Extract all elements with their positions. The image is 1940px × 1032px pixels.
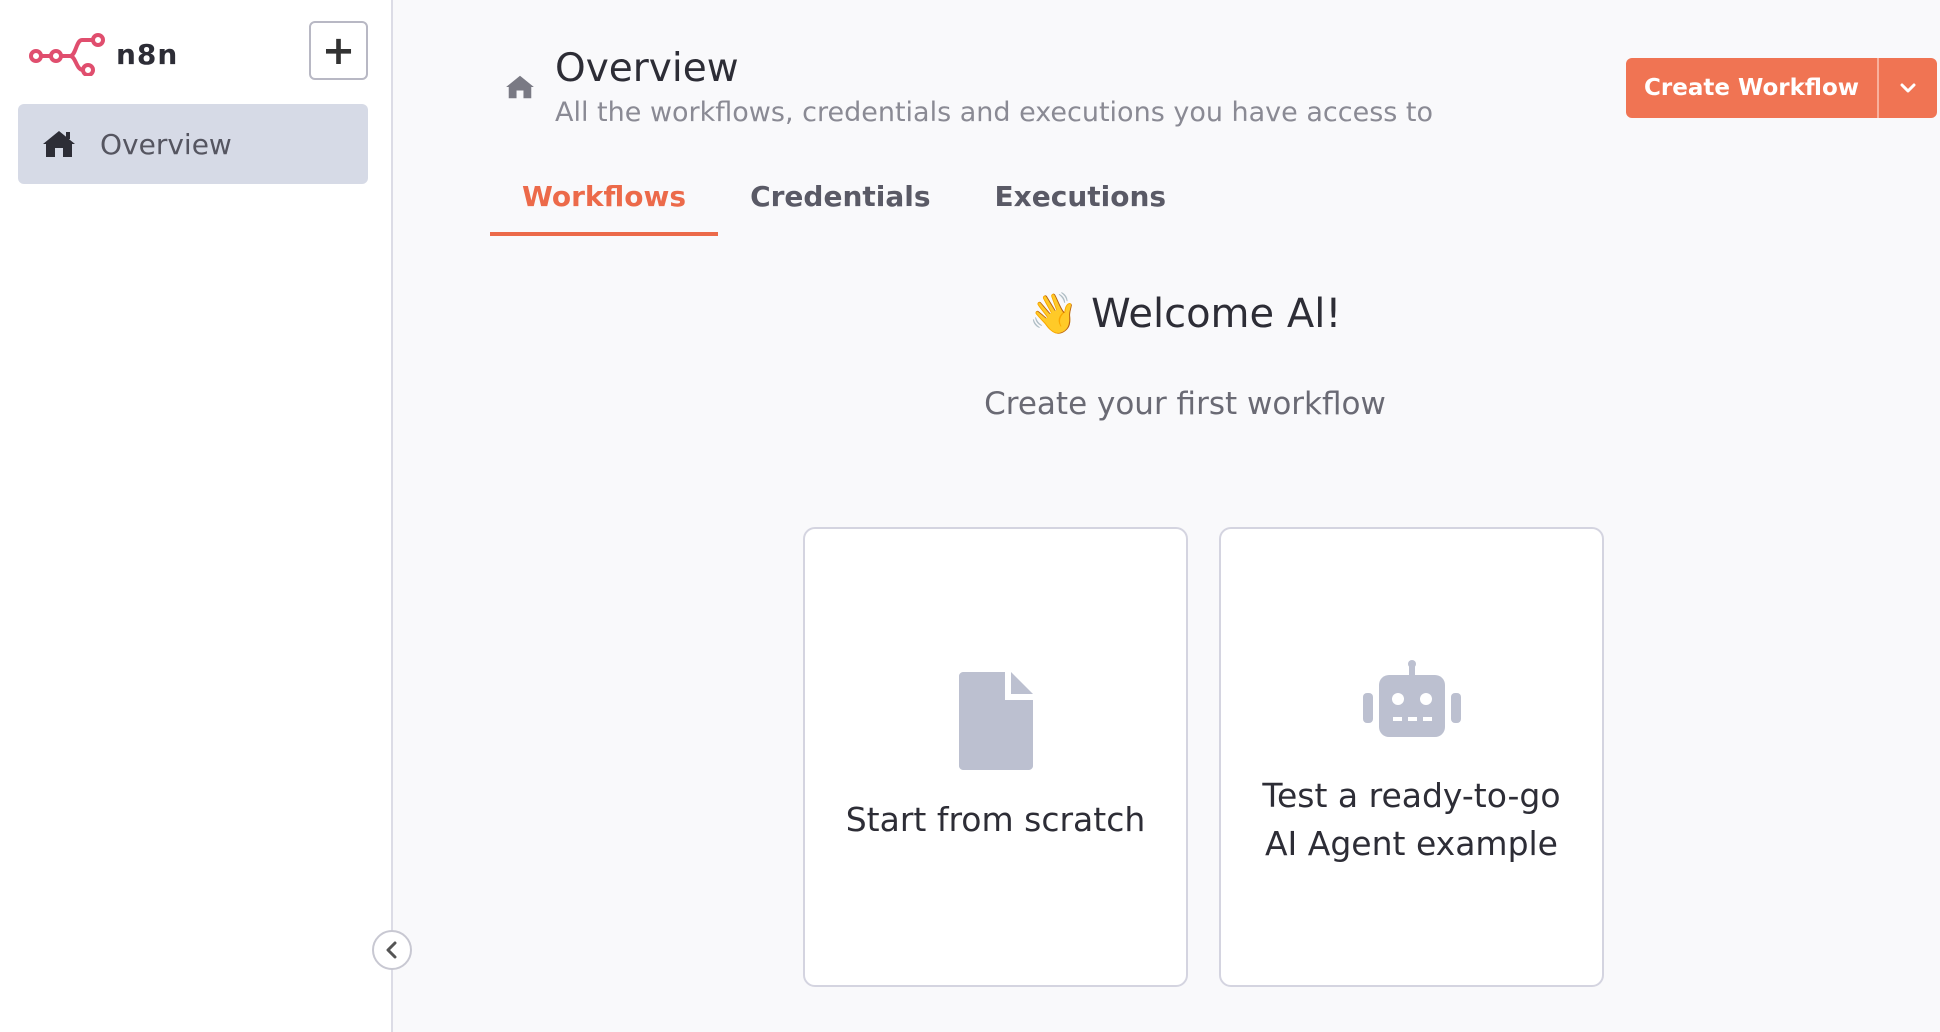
logo-text: n8n <box>116 37 179 71</box>
ai-agent-example-card[interactable]: Test a ready-to-go AI Agent example <box>1219 527 1604 987</box>
home-icon <box>43 131 75 157</box>
sidebar-item-label: Overview <box>100 127 232 161</box>
card-icon-wrapper <box>1221 659 1602 739</box>
welcome-text: Welcome Al! <box>1091 291 1342 337</box>
tab-workflows[interactable]: Workflows <box>490 180 719 236</box>
n8n-logo[interactable]: n8n <box>28 32 178 76</box>
welcome-subheading: Create your first workflow <box>984 386 1386 422</box>
create-workflow-group: Create Workflow <box>1626 58 1938 118</box>
file-icon <box>958 672 1033 770</box>
tab-credentials[interactable]: Credentials <box>718 180 962 236</box>
waving-hand-icon: 👋 <box>1028 291 1079 337</box>
page-title: Overview <box>555 46 739 91</box>
page-subtitle: All the workflows, credentials and execu… <box>555 97 1434 128</box>
card-icon-wrapper <box>805 672 1186 770</box>
tabs: Workflows Credentials Executions <box>490 180 1198 236</box>
chevron-down-icon <box>1900 83 1916 93</box>
create-workflow-button[interactable]: Create Workflow <box>1626 58 1877 118</box>
card-label-line: AI Agent example <box>1264 824 1558 863</box>
collapse-sidebar-button[interactable] <box>372 930 412 970</box>
sidebar: n8n + Overview <box>0 0 412 1032</box>
robot-icon <box>1362 660 1461 737</box>
n8n-logo-icon <box>29 33 105 76</box>
card-label: Start from scratch <box>845 800 1146 839</box>
sidebar-item-overview[interactable]: Overview <box>18 104 368 184</box>
card-label-line: Test a ready-to-go <box>1262 776 1561 815</box>
start-from-scratch-card[interactable]: Start from scratch <box>803 527 1188 987</box>
card-label: Test a ready-to-go AI Agent example <box>1221 772 1602 868</box>
create-workflow-dropdown[interactable] <box>1877 58 1937 118</box>
chevron-left-icon <box>386 941 397 959</box>
add-button[interactable]: + <box>309 21 368 80</box>
home-icon <box>506 75 534 99</box>
welcome-heading: 👋 Welcome Al! <box>930 290 1440 337</box>
tab-executions[interactable]: Executions <box>963 180 1199 236</box>
